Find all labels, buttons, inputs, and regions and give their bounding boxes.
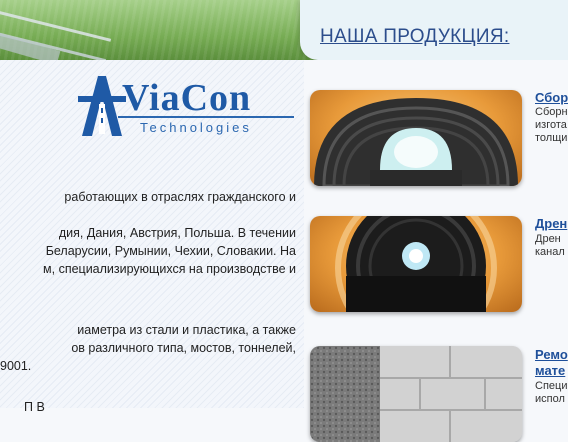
stone-wall-repair-image [310, 346, 522, 442]
product-3-title-link-line2[interactable]: мате [535, 363, 565, 379]
product-2-desc-line: Дрен [535, 233, 561, 245]
text-line: Беларусии, Румынии, Чехии, Словакии. На [45, 244, 296, 258]
products-column: Сбор Сборн изгота толщи Дрен Дрен канал [304, 60, 568, 442]
product-3-image[interactable] [310, 346, 522, 442]
intro-paragraph-1: работающих в отраслях гражданского и [0, 188, 296, 206]
steel-arch-culvert-image [314, 98, 518, 186]
viacon-logo[interactable]: ViaCon Technologies [78, 70, 298, 138]
product-2-title-link[interactable]: Дрен [535, 216, 567, 232]
product-1-desc-line: толщи [535, 132, 568, 144]
intro-paragraph-3: иаметра из стали и пластика, а также ов … [0, 321, 296, 375]
text-line: 9001. [0, 359, 32, 373]
text-line: м, специализирующихся на производстве и [43, 262, 296, 276]
product-3-title-link[interactable]: Ремо [535, 347, 568, 363]
logo-subtitle: Technologies [140, 120, 252, 135]
drainage-pipe-image [335, 216, 497, 312]
products-title-link[interactable]: НАША ПРОДУКЦИЯ: [320, 26, 509, 48]
logo-name: ViaCon [122, 77, 252, 119]
product-2-desc-line: канал [535, 246, 565, 258]
text-line: иаметра из стали и пластика, а также [77, 323, 296, 337]
viacon-emblem-icon [78, 76, 126, 136]
products-header-tab: НАША ПРОДУКЦИЯ: [300, 0, 568, 60]
product-1-desc-line: Сборн [535, 106, 568, 118]
intro-paragraph-2: дия, Дания, Австрия, Польша. В течении Б… [0, 224, 296, 278]
logo-divider [118, 116, 294, 118]
text-line: П В [24, 400, 45, 414]
product-3-desc-line: испол [535, 393, 565, 405]
product-3-desc-line: Специ [535, 380, 568, 392]
text-line: дия, Дания, Австрия, Польша. В течении [58, 226, 296, 240]
product-1-image[interactable] [310, 90, 522, 186]
text-line: работающих в отраслях гражданского и [64, 190, 296, 204]
main-content: ViaCon Technologies работающих в отрасля… [0, 60, 305, 414]
product-1-title-link[interactable]: Сбор [535, 90, 568, 106]
intro-paragraph-4: П В [0, 398, 294, 416]
text-line: ов различного типа, мостов, тоннелей, [71, 341, 296, 355]
product-1-desc-line: изгота [535, 119, 567, 131]
product-2-image[interactable] [310, 216, 522, 312]
